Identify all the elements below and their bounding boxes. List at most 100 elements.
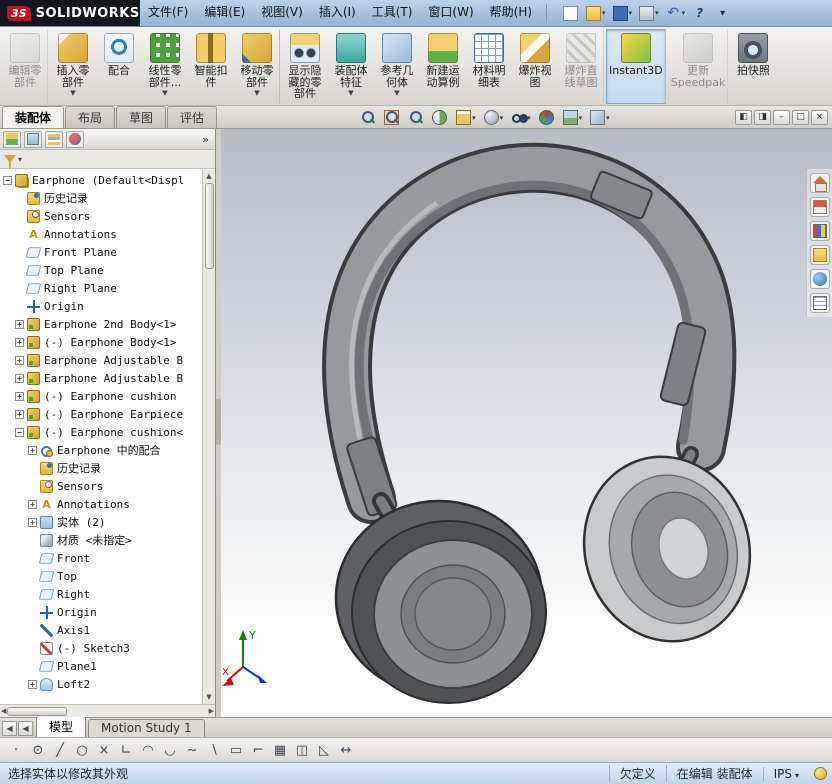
menu-item[interactable]: 窗口(W)	[420, 0, 481, 26]
expander[interactable]	[15, 338, 24, 347]
expander[interactable]	[15, 428, 24, 437]
menu-item[interactable]: 工具(T)	[364, 0, 421, 26]
menu-item[interactable]: 插入(I)	[311, 0, 364, 26]
tree-vertical-scrollbar[interactable]: ▲ ▼	[202, 170, 215, 704]
tree-item[interactable]: 实体 (2)	[2, 513, 202, 531]
rectangle-tool-icon[interactable]: ▭	[226, 740, 246, 760]
expander[interactable]	[15, 392, 24, 401]
mirror-tool-icon[interactable]: ◫	[292, 740, 312, 760]
tree-item[interactable]: Front	[2, 549, 202, 567]
quick-toolbar-button[interactable]	[713, 5, 733, 22]
new-motion-study-button[interactable]: 新建运 动算例	[420, 29, 466, 104]
line-tool-icon[interactable]: ╱	[50, 740, 70, 760]
quick-toolbar-button[interactable]	[561, 5, 581, 22]
tangent-arc-tool-icon[interactable]: ◡	[160, 740, 180, 760]
perpendicular-tool-icon[interactable]: ∟	[116, 740, 136, 760]
restore-window-button[interactable]: □	[792, 110, 809, 125]
tree-item[interactable]: Right Plane	[2, 279, 202, 297]
task-pane-button[interactable]	[810, 221, 830, 241]
tab-scroll-left-icon[interactable]: ◀	[2, 721, 17, 736]
hud-button[interactable]: ▾	[561, 109, 585, 126]
tab-scroll-left-icon[interactable]: ◀	[18, 721, 33, 736]
tree-item[interactable]: Earphone 中的配合	[2, 441, 202, 459]
hud-button[interactable]: ▾	[482, 109, 506, 126]
tree-item[interactable]: Annotations	[2, 225, 202, 243]
tree-item[interactable]: Axis1	[2, 621, 202, 639]
tree-item[interactable]: Sensors	[2, 477, 202, 495]
filter-dropdown-arrow[interactable]: ▾	[18, 155, 22, 164]
tree-item[interactable]: Annotations	[2, 495, 202, 513]
tree-item[interactable]: (-) Earphone cushion<	[2, 423, 202, 441]
expander[interactable]	[15, 356, 24, 365]
point-tool-icon[interactable]: ·	[6, 740, 26, 760]
update-speedpak-button[interactable]: 更新 Speedpak	[668, 29, 729, 104]
tree-item[interactable]: (-) Sketch3	[2, 639, 202, 657]
expander[interactable]	[28, 518, 37, 527]
units-selector[interactable]: IPS▾	[763, 767, 809, 781]
graphics-area[interactable]: Y X	[221, 129, 832, 717]
panel-overflow-chevron[interactable]: »	[199, 133, 212, 146]
tree-item[interactable]: Earphone (Default<Displ	[2, 171, 202, 189]
bill-of-materials-button[interactable]: 材料明 细表	[466, 29, 512, 104]
close-window-button[interactable]: ×	[811, 110, 828, 125]
hud-button[interactable]: ▾	[588, 109, 612, 126]
assembly-features-button[interactable]: 装配体 特征 ▼	[328, 29, 374, 104]
task-pane-button[interactable]	[810, 245, 830, 265]
quick-toolbar-button[interactable]: ▾	[637, 5, 661, 22]
menu-item[interactable]: 编辑(E)	[196, 0, 253, 26]
menu-item[interactable]: 视图(V)	[253, 0, 311, 26]
tree-item[interactable]: Plane1	[2, 657, 202, 675]
filter-icon[interactable]	[4, 155, 16, 163]
command-tab[interactable]: 评估	[167, 106, 217, 128]
smart-dimension-icon[interactable]: ⊙	[28, 740, 48, 760]
panel-tab[interactable]	[66, 131, 84, 148]
tree-item[interactable]: Earphone 2nd Body<1>	[2, 315, 202, 333]
edit-component-button[interactable]: 编辑零 部件	[2, 29, 48, 104]
scroll-down-icon[interactable]: ▼	[206, 691, 211, 704]
exploded-view-button[interactable]: 爆炸视 图	[512, 29, 558, 104]
circle-tool-icon[interactable]: ○	[72, 740, 92, 760]
hud-button[interactable]: ▾	[454, 109, 478, 126]
tree-item[interactable]: Top	[2, 567, 202, 585]
erase-tool-icon[interactable]: ×	[94, 740, 114, 760]
model-tab[interactable]: Motion Study 1	[88, 719, 205, 737]
hud-button[interactable]	[406, 109, 426, 126]
task-pane-button[interactable]	[810, 173, 830, 193]
tree-item[interactable]: (-) Earphone cushion	[2, 387, 202, 405]
task-pane-button[interactable]	[810, 197, 830, 217]
tree-item[interactable]: 历史记录	[2, 459, 202, 477]
tree-item[interactable]: Earphone Adjustable B	[2, 369, 202, 387]
reference-geometry-button[interactable]: 参考几 何体 ▼	[374, 29, 420, 104]
spline-tool-icon[interactable]: ~	[182, 740, 202, 760]
chamfer-tool-icon[interactable]: ◺	[314, 740, 334, 760]
arc-tool-icon[interactable]: ◠	[138, 740, 158, 760]
panel-tab[interactable]	[45, 131, 63, 148]
explode-line-sketch-button[interactable]: 爆炸直 线草图	[558, 29, 604, 104]
move-entities-tool-icon[interactable]: ↔	[336, 740, 356, 760]
tree-item[interactable]: Right	[2, 585, 202, 603]
expander[interactable]	[28, 500, 37, 509]
tree-item[interactable]: Origin	[2, 603, 202, 621]
expander[interactable]	[28, 680, 37, 689]
trim-tool-icon[interactable]: ∖	[204, 740, 224, 760]
tree-item[interactable]: Front Plane	[2, 243, 202, 261]
tree-item[interactable]: (-) Earphone Earpiece	[2, 405, 202, 423]
scroll-right-icon[interactable]: ▶	[209, 705, 214, 718]
tree-item[interactable]: Sensors	[2, 207, 202, 225]
command-tab[interactable]: 草图	[116, 106, 166, 128]
hud-button[interactable]	[358, 109, 378, 126]
linear-component-pattern-button[interactable]: 线性零 部件... ▼	[142, 29, 188, 104]
scroll-up-icon[interactable]: ▲	[206, 170, 211, 183]
tree-item[interactable]: Origin	[2, 297, 202, 315]
tile-left-button[interactable]: ◧	[735, 110, 752, 125]
hud-button[interactable]	[382, 109, 402, 126]
scrollbar-thumb[interactable]	[205, 183, 214, 269]
expander[interactable]	[15, 374, 24, 383]
panel-tab[interactable]	[3, 131, 21, 148]
scrollbar-thumb[interactable]	[7, 707, 67, 716]
quick-toolbar-button[interactable]: ▾	[584, 5, 608, 22]
quick-toolbar-button[interactable]	[690, 5, 710, 22]
task-pane-button[interactable]	[810, 269, 830, 289]
command-tab[interactable]: 布局	[65, 106, 115, 128]
expander[interactable]	[15, 410, 24, 419]
